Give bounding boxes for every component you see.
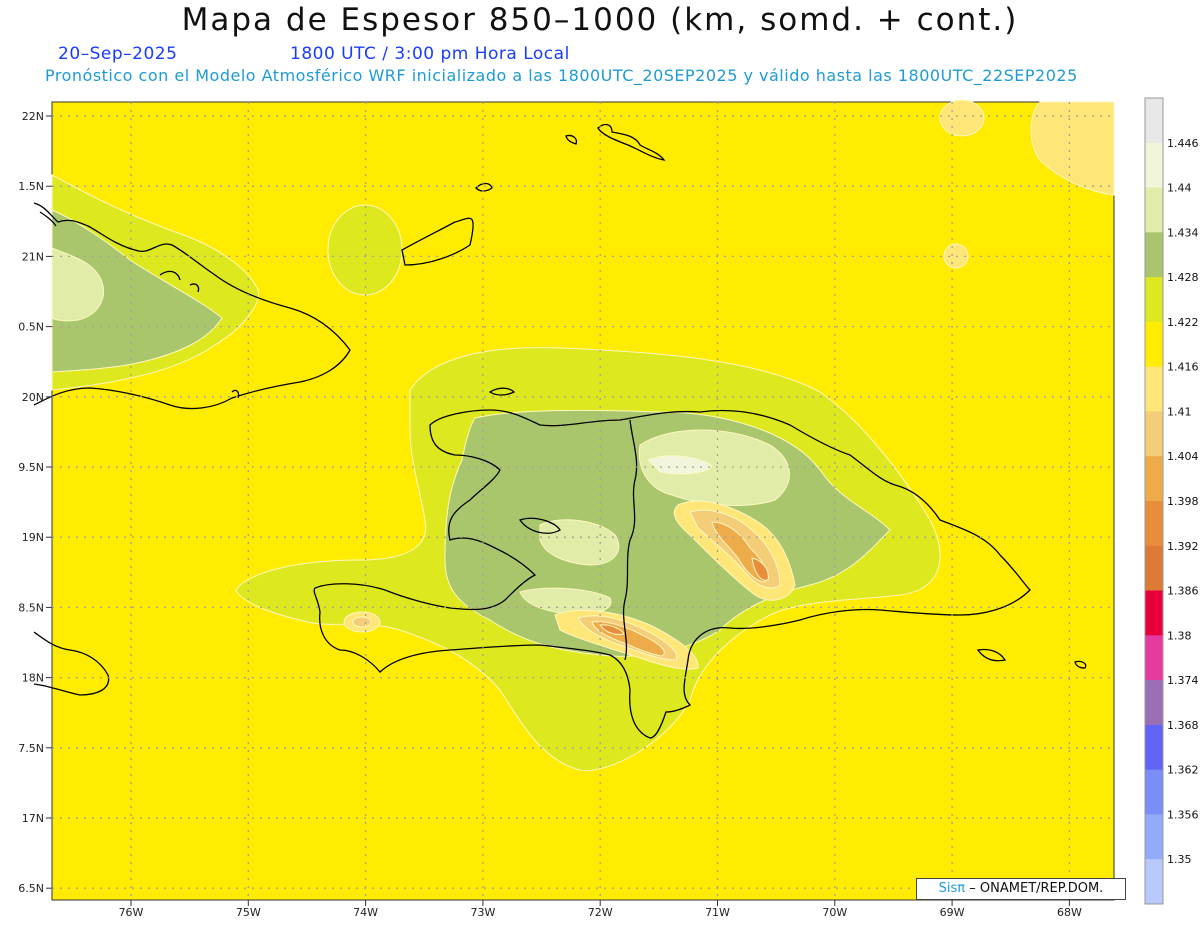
colorbar-swatch (1145, 680, 1163, 726)
lon-label: 71W (705, 906, 730, 919)
lat-label: 9.5N (18, 461, 44, 474)
lat-label: 20N (22, 391, 44, 404)
lon-label: 73W (470, 906, 495, 919)
colorbar-swatch (1145, 859, 1163, 905)
colorbar-swatch (1145, 232, 1163, 278)
colorbar-swatch (1145, 277, 1163, 323)
colorbar-label: 1.38 (1167, 629, 1192, 642)
lat-label: 0.5N (18, 321, 44, 334)
credit-text: – ONAMET/REP.DOM. (969, 881, 1104, 896)
contour-band-1422-north (327, 204, 403, 296)
colorbar-label: 1.44 (1167, 182, 1192, 195)
colorbar-label: 1.41 (1167, 405, 1192, 418)
colorbar-swatch (1145, 187, 1163, 233)
colorbar-swatch (1145, 321, 1163, 368)
colorbar-swatch (1145, 411, 1163, 457)
colorbar-label: 1.386 (1167, 585, 1199, 598)
lon-label: 68W (1057, 906, 1082, 919)
colorbar-swatch (1145, 142, 1163, 189)
colorbar-swatch (1145, 635, 1163, 681)
latitude-labels: 22N 1.5N 21N 0.5N 20N 9.5N 19N 8.5N 18N 7.5N 17N 6.… (18, 110, 52, 895)
colorbar-label: 1.398 (1167, 495, 1199, 508)
colorbar-swatch (1145, 814, 1163, 860)
lon-label: 75W (236, 906, 261, 919)
lat-label: 7.5N (18, 742, 44, 755)
lat-label: 8.5N (18, 601, 44, 614)
colorbar-swatch (1145, 98, 1163, 144)
contour-band-1404-west (352, 616, 372, 628)
lon-label: 70W (822, 906, 847, 919)
colorbar-swatch (1145, 769, 1163, 815)
colorbar-label: 1.446 (1167, 137, 1199, 150)
colorbar-label: 1.356 (1167, 808, 1199, 821)
colorbar-label: 1.35 (1167, 853, 1192, 866)
colorbar-label: 1.374 (1167, 674, 1199, 687)
sispi-logo: Sisπ (938, 881, 966, 896)
colorbar-label: 1.368 (1167, 719, 1199, 732)
lat-label: 1.5N (18, 180, 44, 193)
lat-label: 6.5N (18, 882, 44, 895)
colorbar-swatch (1145, 545, 1163, 592)
lat-label: 18N (22, 672, 44, 685)
colorbar-label: 1.428 (1167, 271, 1199, 284)
colorbar-label: 1.392 (1167, 540, 1199, 553)
colorbar-swatch (1145, 724, 1163, 771)
longitude-labels: 76W 75W 74W 73W 72W 71W 70W 69W 68W (119, 900, 1082, 919)
lat-label: 19N (22, 531, 44, 544)
colorbar-swatch (1145, 501, 1163, 547)
lon-label: 69W (940, 906, 965, 919)
colorbar-label: 1.422 (1167, 316, 1199, 329)
colorbar-swatch (1145, 456, 1163, 502)
contour-band-1410-n1 (939, 99, 985, 137)
colorbar-label: 1.434 (1167, 226, 1199, 239)
lat-label: 21N (22, 250, 44, 263)
colorbar-swatch (1145, 590, 1163, 636)
lon-label: 74W (353, 906, 378, 919)
credit-box: Sisπ – ONAMET/REP.DOM. (916, 878, 1126, 900)
lat-label: 22N (22, 110, 44, 123)
colorbar-label: 1.404 (1167, 450, 1199, 463)
colorbar-label: 1.416 (1167, 361, 1199, 374)
lon-label: 72W (588, 906, 613, 919)
lon-label: 76W (119, 906, 144, 919)
colorbar-label: 1.362 (1167, 764, 1199, 777)
thickness-map: 22N 1.5N 21N 0.5N 20N 9.5N 19N 8.5N 18N 7.5N 17N 6.… (18, 97, 1199, 919)
lat-label: 17N (22, 812, 44, 825)
colorbar-swatch (1145, 366, 1163, 412)
colorbar: 1.446 1.44 1.434 1.428 1.422 1.416 1.41 1.404 1.… (1144, 97, 1199, 905)
